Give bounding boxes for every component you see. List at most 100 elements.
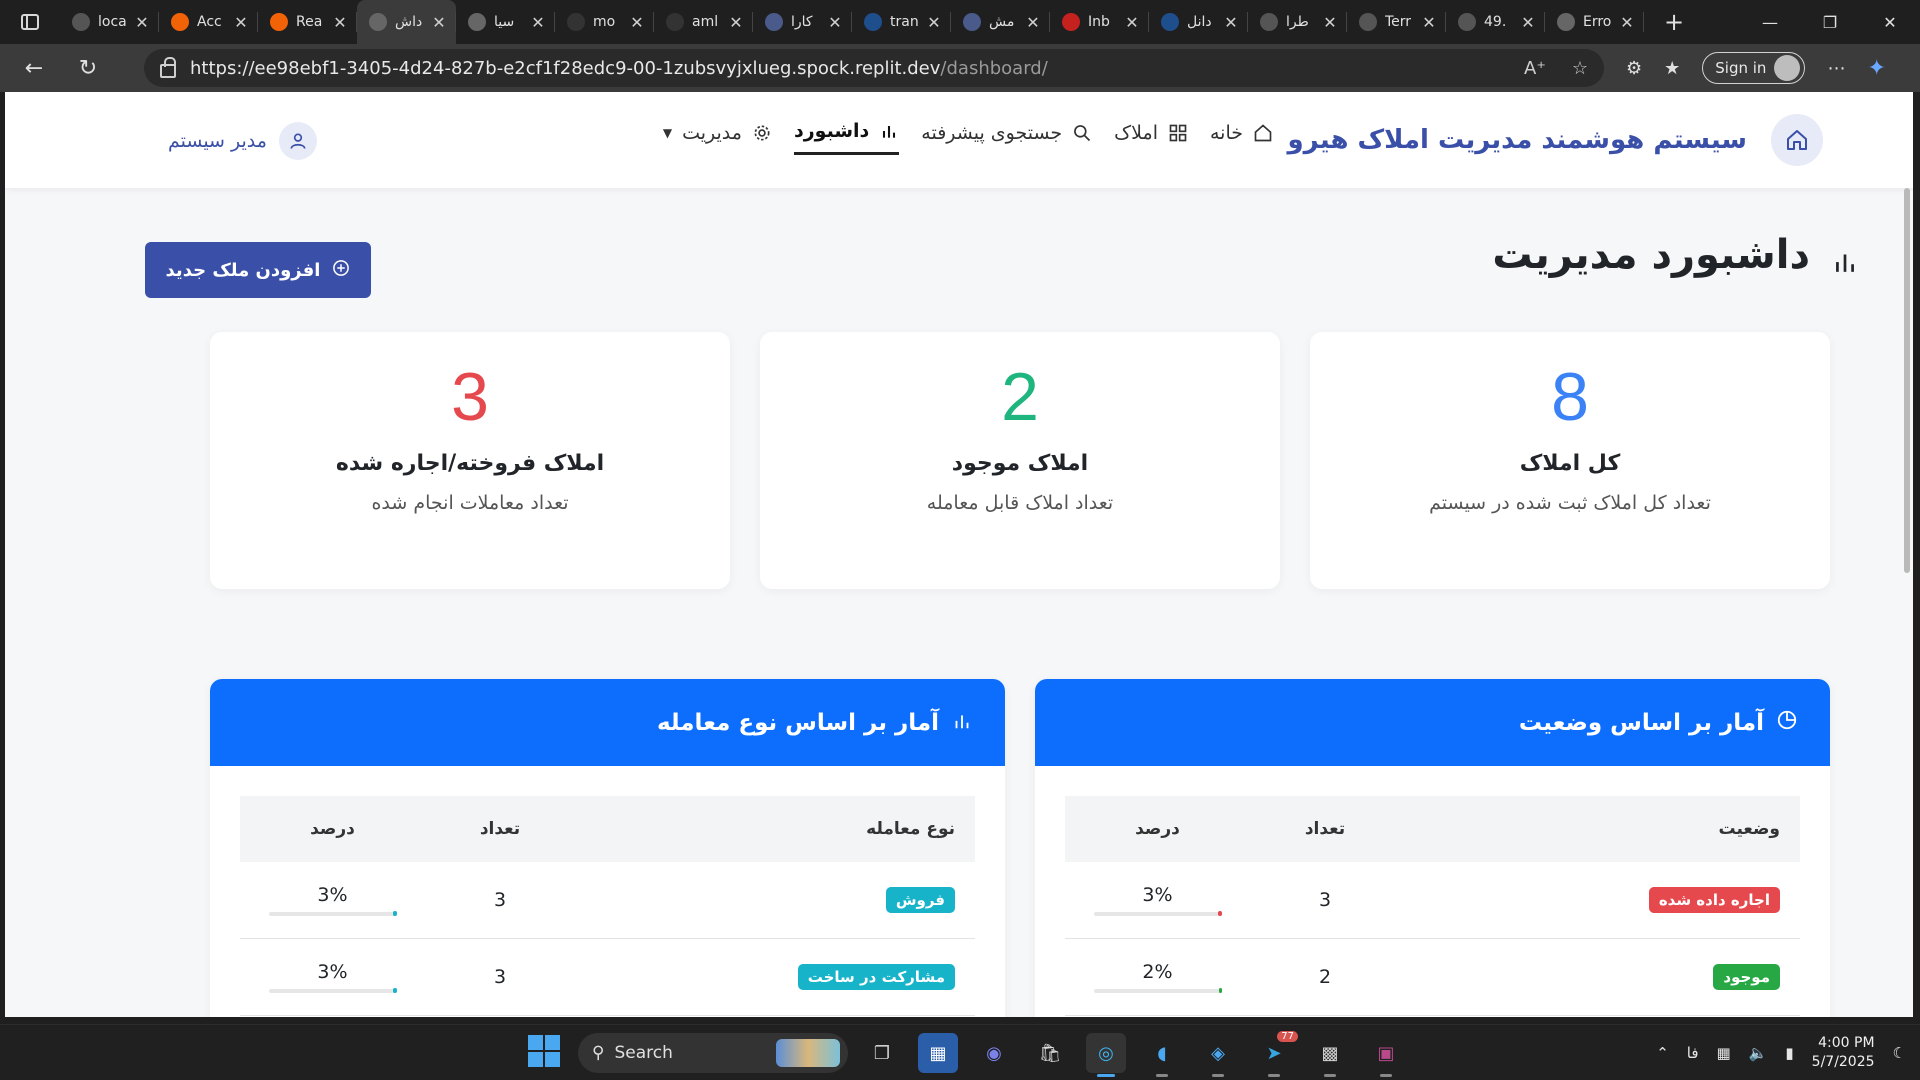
stat-card-sold-rented: 3 املاک فروخته/اجاره شده تعداد معاملات ا… bbox=[210, 332, 730, 589]
tab-close-icon[interactable]: ✕ bbox=[1222, 13, 1240, 32]
tab-actions-menu-icon[interactable] bbox=[0, 0, 60, 44]
telegram-icon[interactable]: ➤ 77 bbox=[1254, 1031, 1298, 1077]
task-view-icon[interactable]: ❐ bbox=[862, 1033, 902, 1073]
lock-icon[interactable] bbox=[160, 57, 176, 78]
user-menu[interactable]: مدیر سیستم bbox=[168, 122, 317, 160]
menu-item-dashboard[interactable]: داشبورد bbox=[793, 120, 900, 155]
tab-close-icon[interactable]: ✕ bbox=[727, 13, 745, 32]
tab-close-icon[interactable]: ✕ bbox=[430, 13, 448, 32]
tab-title: Acc bbox=[197, 14, 222, 30]
page-scrollbar[interactable] bbox=[1904, 188, 1910, 573]
browser-tab[interactable]: loca ✕ bbox=[60, 0, 159, 44]
menu-item-management[interactable]: مدیریت ▼ bbox=[663, 122, 772, 154]
percent-cell: 3% bbox=[240, 961, 425, 993]
tab-title: دانل bbox=[1187, 14, 1212, 30]
menu-item-properties[interactable]: املاک bbox=[1114, 122, 1188, 154]
tab-close-icon[interactable]: ✕ bbox=[331, 13, 349, 32]
browser-tab[interactable]: Acc ✕ bbox=[159, 0, 258, 44]
battery-icon[interactable]: ▮ bbox=[1785, 1044, 1793, 1062]
search-icon bbox=[1072, 123, 1092, 143]
chevron-up-icon[interactable]: ⌃ bbox=[1656, 1044, 1669, 1062]
github-icon bbox=[666, 13, 684, 31]
browser-tab[interactable]: داش ✕ bbox=[357, 0, 456, 44]
tab-close-icon[interactable]: ✕ bbox=[1024, 13, 1042, 32]
menu-item-home[interactable]: خانه bbox=[1210, 122, 1273, 154]
browser-tab[interactable]: 49. ✕ bbox=[1446, 0, 1545, 44]
address-bar[interactable]: https://ee98ebf1-3405-4d24-827b-e2cf1f28… bbox=[144, 49, 1604, 87]
restore-button[interactable]: ❐ bbox=[1800, 0, 1860, 44]
menu-item-advanced-search[interactable]: جستجوی پیشرفته bbox=[921, 122, 1092, 154]
teams-icon[interactable]: ◉ bbox=[974, 1033, 1014, 1073]
table-row: مشارکت در ساخت 3 3% bbox=[240, 939, 975, 1016]
browser-tab[interactable]: mo ✕ bbox=[555, 0, 654, 44]
percent-value: 2% bbox=[1142, 961, 1173, 983]
network-icon[interactable]: ▦ bbox=[1717, 1044, 1731, 1062]
stat-label: کل املاک bbox=[1519, 450, 1621, 476]
sign-in-button[interactable]: Sign in bbox=[1702, 52, 1806, 84]
language-indicator[interactable]: فا bbox=[1687, 1044, 1699, 1062]
browser-tab[interactable]: Terr ✕ bbox=[1347, 0, 1446, 44]
more-options-icon[interactable]: ⋯ bbox=[1827, 58, 1845, 79]
search-icon bbox=[864, 13, 882, 31]
favorites-icon[interactable]: ★ bbox=[1664, 58, 1680, 79]
clock[interactable]: 4:00 PM 5/7/2025 bbox=[1812, 1034, 1875, 1072]
minimize-button[interactable]: — bbox=[1740, 0, 1800, 44]
tab-close-icon[interactable]: ✕ bbox=[1420, 13, 1438, 32]
close-window-button[interactable]: ✕ bbox=[1860, 0, 1920, 44]
taskbar-search[interactable]: ⚲ Search bbox=[578, 1033, 848, 1073]
back-button[interactable]: ← bbox=[14, 48, 54, 88]
notification-bell-icon[interactable]: ☾ bbox=[1893, 1044, 1906, 1062]
tab-close-icon[interactable]: ✕ bbox=[1519, 13, 1537, 32]
terminal-icon[interactable]: ▩ bbox=[1310, 1033, 1350, 1077]
browser-tab[interactable]: طرا ✕ bbox=[1248, 0, 1347, 44]
home-icon bbox=[1253, 123, 1273, 143]
tab-close-icon[interactable]: ✕ bbox=[232, 13, 250, 32]
page-header: داشبورد مدیریت bbox=[1492, 232, 1858, 278]
edge-icon[interactable]: ◎ bbox=[1086, 1033, 1126, 1077]
widgets-icon[interactable]: ▦ bbox=[918, 1033, 958, 1073]
start-button[interactable] bbox=[528, 1035, 560, 1067]
document-icon bbox=[1458, 13, 1476, 31]
tab-close-icon[interactable]: ✕ bbox=[826, 13, 844, 32]
tab-close-icon[interactable]: ✕ bbox=[925, 13, 943, 32]
globe-icon bbox=[369, 13, 387, 31]
new-tab-button[interactable]: + bbox=[1652, 0, 1696, 44]
tab-close-icon[interactable]: ✕ bbox=[133, 13, 151, 32]
browser-tab[interactable]: سیا ✕ bbox=[456, 0, 555, 44]
winrar-icon[interactable]: ▣ bbox=[1366, 1033, 1406, 1077]
tab-close-icon[interactable]: ✕ bbox=[628, 13, 646, 32]
tab-close-icon[interactable]: ✕ bbox=[1123, 13, 1141, 32]
browser-tab[interactable]: Inb ✕ bbox=[1050, 0, 1149, 44]
stat-value: 8 bbox=[1551, 359, 1589, 435]
browser-tab[interactable]: دانل ✕ bbox=[1149, 0, 1248, 44]
browser-tab[interactable]: tran ✕ bbox=[852, 0, 951, 44]
tab-close-icon[interactable]: ✕ bbox=[529, 13, 547, 32]
browser-tab[interactable]: Erro ✕ bbox=[1545, 0, 1644, 44]
progress-bar-fill bbox=[1217, 911, 1222, 916]
browser-tab[interactable]: مش ✕ bbox=[951, 0, 1050, 44]
page-viewport: سیستم هوشمند مدیریت املاک هیرو خانه املا… bbox=[5, 92, 1913, 1017]
brand[interactable]: سیستم هوشمند مدیریت املاک هیرو bbox=[1288, 114, 1823, 166]
percent-value: 3% bbox=[1142, 884, 1173, 906]
refresh-button[interactable]: ↻ bbox=[68, 48, 108, 88]
favorite-star-icon[interactable]: ☆ bbox=[1572, 58, 1588, 79]
menu-item-label: مدیریت bbox=[682, 121, 742, 144]
name-cell: اجاره داده شده bbox=[1400, 887, 1800, 913]
name-cell: مشارکت در ساخت bbox=[575, 964, 975, 990]
tab-close-icon[interactable]: ✕ bbox=[1618, 13, 1636, 32]
app-icon[interactable]: ◈ bbox=[1198, 1033, 1238, 1077]
add-property-button[interactable]: افزودن ملک جدید bbox=[145, 242, 371, 298]
tab-close-icon[interactable]: ✕ bbox=[1321, 13, 1339, 32]
browser-tab[interactable]: Rea ✕ bbox=[258, 0, 357, 44]
read-aloud-icon[interactable]: A⁺ bbox=[1524, 58, 1546, 79]
browser-tab[interactable]: کارا ✕ bbox=[753, 0, 852, 44]
edge-dev-icon[interactable]: ◖ bbox=[1142, 1033, 1182, 1077]
telegram-badge: 77 bbox=[1277, 1031, 1298, 1042]
app-icon bbox=[963, 13, 981, 31]
extensions-icon[interactable]: ⚙ bbox=[1626, 58, 1642, 79]
copilot-icon[interactable]: ✦ bbox=[1867, 56, 1885, 81]
store-icon[interactable]: 🛍 bbox=[1030, 1033, 1070, 1073]
site-navbar: سیستم هوشمند مدیریت املاک هیرو خانه املا… bbox=[5, 92, 1913, 188]
browser-tab[interactable]: aml ✕ bbox=[654, 0, 753, 44]
volume-icon[interactable]: 🔈 bbox=[1749, 1044, 1768, 1062]
